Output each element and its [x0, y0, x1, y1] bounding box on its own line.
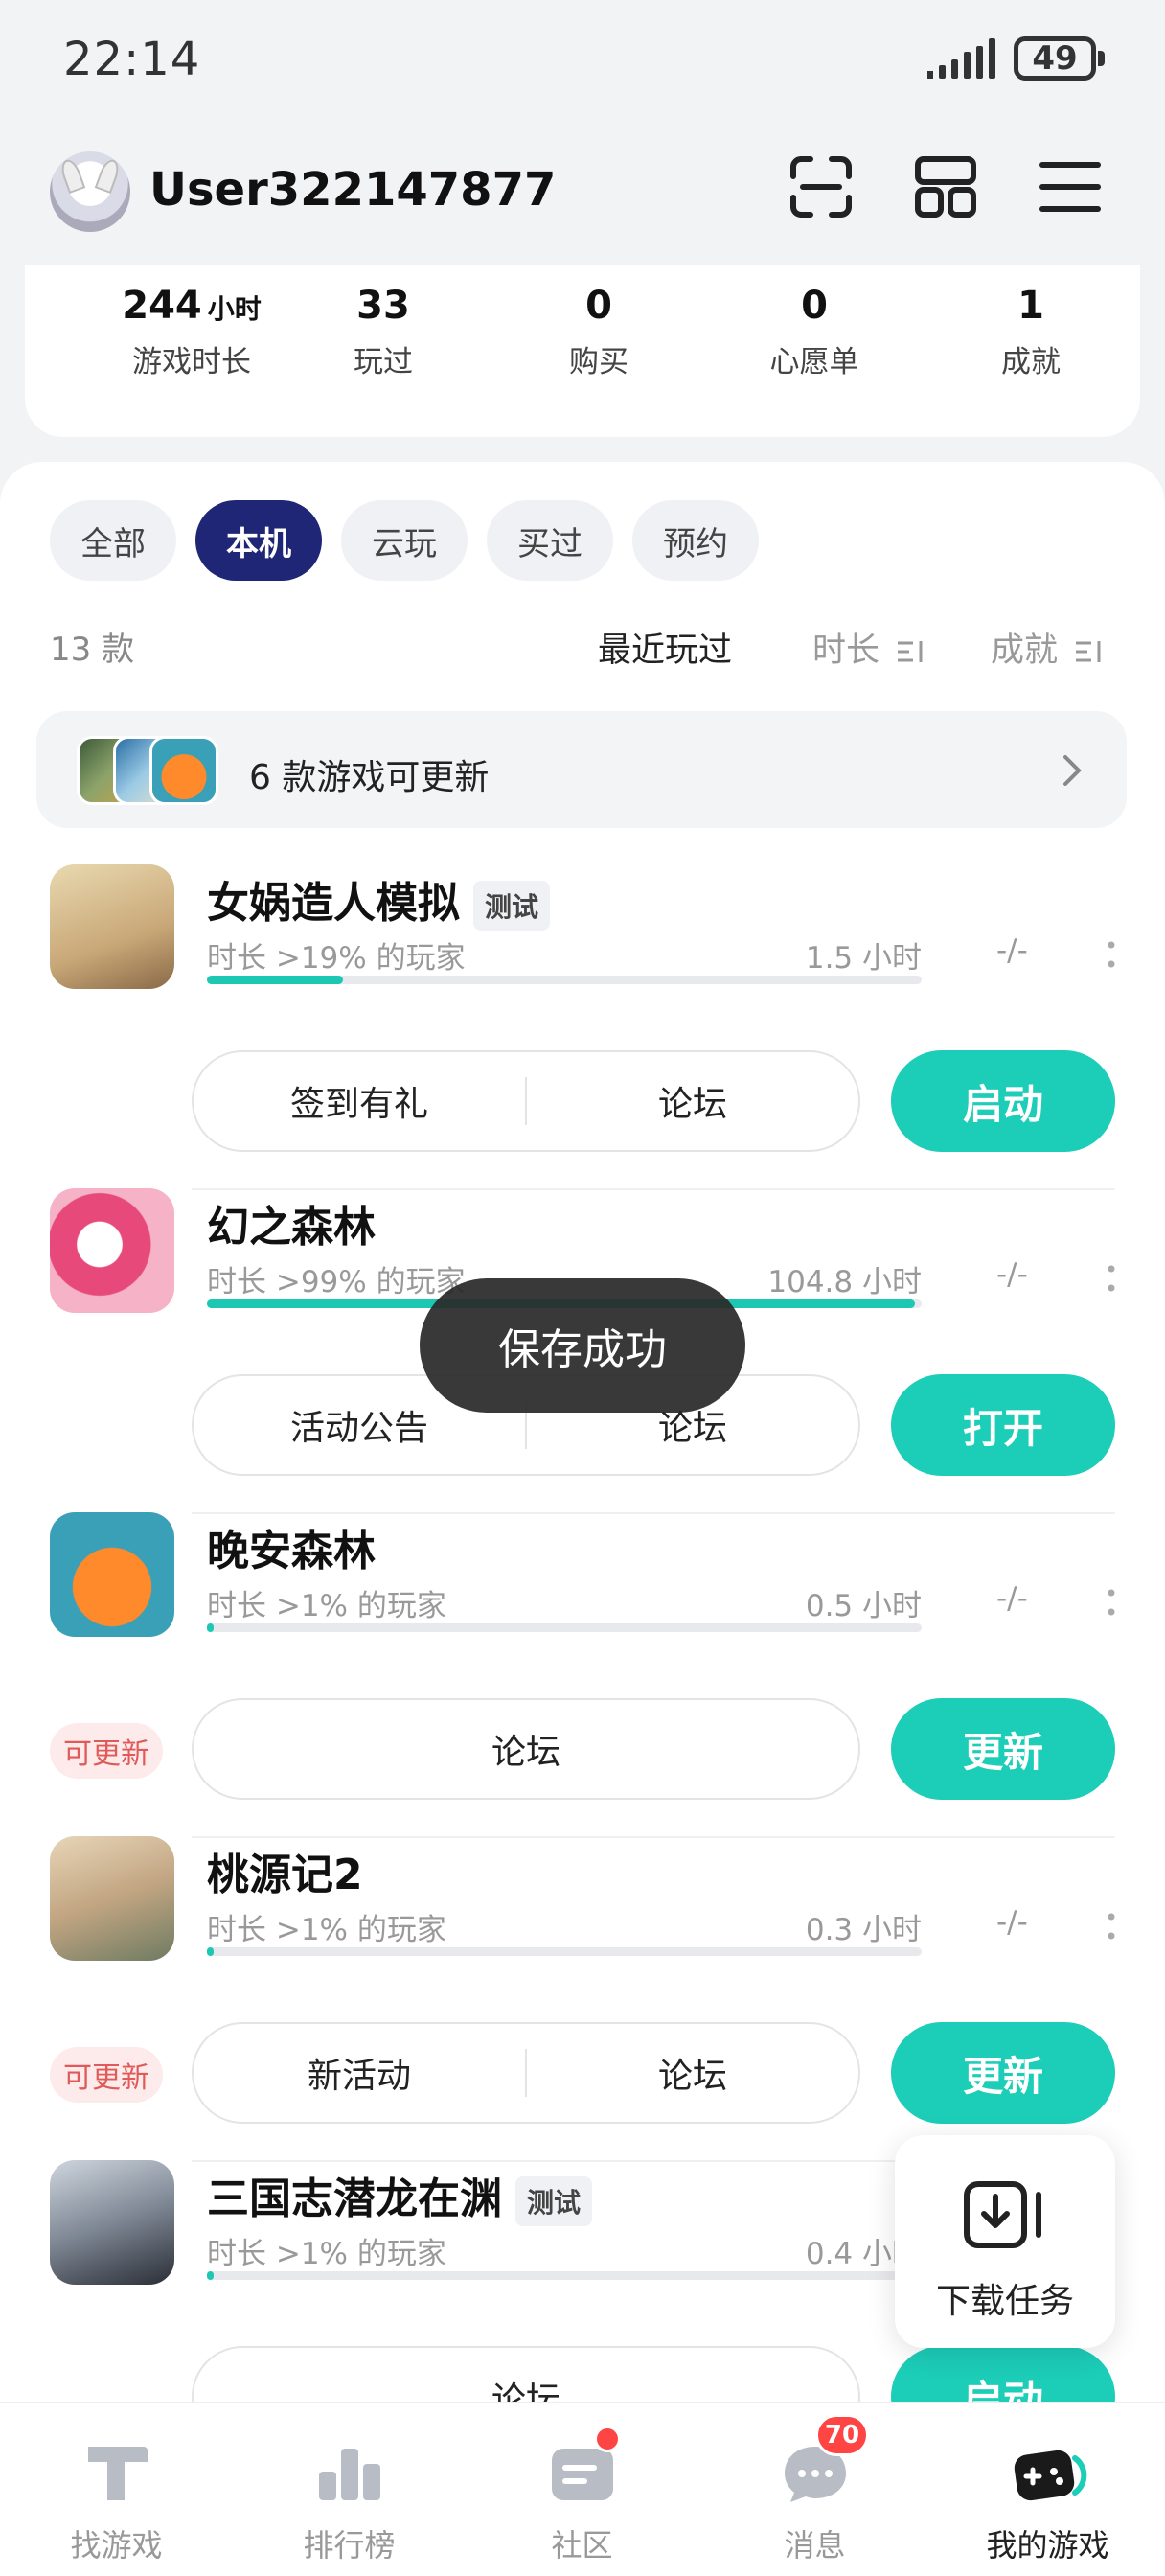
ranking-icon: [319, 2449, 380, 2500]
game-icon[interactable]: [50, 2160, 174, 2285]
toast-message: 保存成功: [420, 1278, 745, 1413]
update-available-tag: 可更新: [50, 1723, 163, 1779]
update-banner-text: 6 款游戏可更新: [249, 758, 490, 797]
forum-button[interactable]: 论坛: [527, 1076, 858, 1126]
playtime-bar: [207, 1947, 922, 1956]
signal-icon: [927, 38, 995, 79]
stats-card: 244 小时 游戏时长 33 玩过 0 购买 0 心愿单 1 成就: [25, 264, 1140, 437]
test-badge: 测试: [473, 881, 551, 931]
nav-find-games[interactable]: 找游戏: [0, 2403, 233, 2576]
sort-duration[interactable]: 时长: [812, 623, 925, 672]
menu-icon[interactable]: [1037, 153, 1104, 220]
update-banner[interactable]: 6 款游戏可更新: [36, 711, 1127, 828]
game-playtime-rank: 时长 >1% 的玩家: [207, 2237, 446, 2271]
update-button[interactable]: 更新: [891, 1698, 1115, 1800]
game-row: 女娲造人模拟 测试 时长 >19% 的玩家 1.5 小时 -/- 签到有礼 论坛 …: [0, 864, 1165, 1190]
tab-cloud[interactable]: 云玩: [341, 500, 468, 581]
filter-tabs: 全部 本机 云玩 买过 预约: [50, 500, 759, 581]
more-icon[interactable]: [1108, 941, 1115, 968]
game-achievement-progress: -/-: [996, 933, 1028, 968]
scan-icon[interactable]: [788, 153, 855, 220]
tab-all[interactable]: 全部: [50, 500, 176, 581]
game-hours: 0.5 小时: [805, 1589, 922, 1623]
stat-purchased[interactable]: 0 购买: [503, 284, 695, 380]
stat-played[interactable]: 33 玩过: [287, 284, 479, 380]
sort-recent[interactable]: 最近玩过: [598, 623, 732, 672]
game-playtime-rank: 时长 >19% 的玩家: [207, 941, 466, 976]
avatar[interactable]: [50, 151, 130, 232]
message-count-badge: 70: [815, 2414, 869, 2456]
tab-purchased[interactable]: 买过: [487, 500, 613, 581]
playtime-bar: [207, 1623, 922, 1632]
open-button[interactable]: 打开: [891, 1374, 1115, 1476]
username[interactable]: User322147877: [149, 163, 556, 217]
game-title[interactable]: 女娲造人模拟 测试: [207, 868, 551, 931]
game-achievement-progress: -/-: [996, 1581, 1028, 1616]
nav-messages[interactable]: 70 消息: [698, 2403, 931, 2576]
game-hours: 1.5 小时: [805, 941, 922, 976]
update-button[interactable]: 更新: [891, 2022, 1115, 2124]
sort-icon: [1076, 641, 1101, 662]
tab-reserved[interactable]: 预约: [632, 500, 759, 581]
download-task-button[interactable]: 下载任务: [895, 2135, 1115, 2348]
game-row: 桃源记2 时长 >1% 的玩家 0.3 小时 -/- 可更新 新活动 论坛 更新: [0, 1836, 1165, 2162]
download-icon: [964, 2181, 1041, 2248]
new-event-button[interactable]: 新活动: [194, 2048, 525, 2098]
game-title[interactable]: 桃源记2: [207, 1840, 363, 1901]
nav-ranking[interactable]: 排行榜: [233, 2403, 466, 2576]
download-task-label: 下载任务: [935, 2282, 1074, 2321]
game-title[interactable]: 三国志潜龙在渊 测试: [207, 2164, 593, 2226]
game-playtime-rank: 时长 >99% 的玩家: [207, 1265, 466, 1300]
forum-button[interactable]: 论坛: [527, 2048, 858, 2098]
launch-button[interactable]: 启动: [891, 1050, 1115, 1152]
status-time: 22:14: [63, 33, 201, 86]
grid-icon[interactable]: [912, 153, 979, 220]
stat-wishlist[interactable]: 0 心愿单: [719, 284, 910, 380]
game-actions: 论坛: [192, 1698, 860, 1800]
checkin-gift-button[interactable]: 签到有礼: [194, 1076, 525, 1126]
update-game-thumbnails: [77, 736, 230, 805]
game-count: 13 款: [50, 631, 135, 669]
sort-icon: [898, 641, 923, 662]
game-title[interactable]: 晚安森林: [207, 1516, 376, 1577]
stat-achievements[interactable]: 1 成就: [935, 284, 1127, 380]
gamepad-icon: [1014, 2450, 1087, 2501]
game-achievement-progress: -/-: [996, 1257, 1028, 1292]
game-icon[interactable]: [50, 864, 174, 989]
game-icon[interactable]: [50, 1188, 174, 1313]
forum-button[interactable]: 论坛: [194, 1724, 858, 1774]
game-thumb: [149, 736, 218, 805]
game-actions: 新活动 论坛: [192, 2022, 860, 2124]
game-title[interactable]: 幻之森林: [207, 1192, 376, 1254]
playtime-bar: [207, 2271, 922, 2280]
chevron-right-icon: [1063, 755, 1082, 786]
game-achievement-progress: -/-: [996, 1905, 1028, 1940]
more-icon[interactable]: [1108, 1589, 1115, 1616]
game-row: 晚安森林 时长 >1% 的玩家 0.5 小时 -/- 可更新 论坛 更新: [0, 1512, 1165, 1838]
nav-my-games[interactable]: 我的游戏: [931, 2403, 1164, 2576]
sort-achievement[interactable]: 成就: [991, 623, 1103, 672]
playtime-bar: [207, 976, 922, 984]
game-hours: 0.3 小时: [805, 1913, 922, 1947]
update-available-tag: 可更新: [50, 2047, 163, 2103]
battery-indicator: 49: [1014, 36, 1105, 80]
more-icon[interactable]: [1108, 1265, 1115, 1292]
nav-community[interactable]: 社区: [466, 2403, 698, 2576]
game-icon[interactable]: [50, 1512, 174, 1637]
game-actions: 签到有礼 论坛: [192, 1050, 860, 1152]
tab-local[interactable]: 本机: [195, 500, 322, 581]
bottom-nav: 找游戏 排行榜 社区 70 消息 我的游戏: [0, 2402, 1165, 2576]
game-playtime-rank: 时长 >1% 的玩家: [207, 1589, 446, 1623]
more-icon[interactable]: [1108, 1913, 1115, 1940]
game-icon[interactable]: [50, 1836, 174, 1961]
game-playtime-rank: 时长 >1% 的玩家: [207, 1913, 446, 1947]
game-hours: 104.8 小时: [767, 1265, 922, 1300]
stat-play-time[interactable]: 244 小时 游戏时长: [96, 284, 287, 380]
status-bar: 22:14 49: [0, 0, 1165, 115]
notification-dot: [594, 2426, 621, 2452]
test-badge: 测试: [515, 2176, 593, 2226]
find-games-icon: [88, 2447, 148, 2500]
